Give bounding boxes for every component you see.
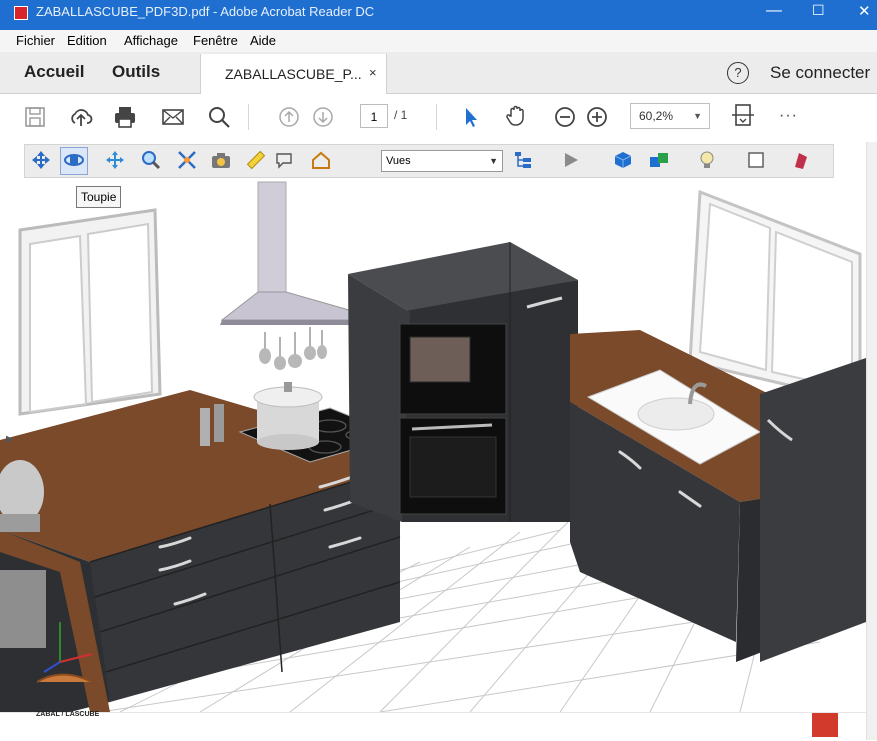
brand-logo	[812, 713, 838, 737]
page-footer: ZABAL / LASCUBE	[0, 711, 866, 741]
mail-icon[interactable]	[160, 104, 186, 130]
menu-aide[interactable]: Aide	[250, 33, 276, 48]
render-mode-icon[interactable]	[612, 149, 634, 171]
left-panel-toggle-icon[interactable]: ▶	[6, 434, 14, 445]
measure-icon[interactable]	[244, 149, 266, 171]
zoom-3d-icon[interactable]	[140, 149, 162, 171]
tall-oven-cabinet	[348, 242, 578, 522]
menu-bar: Fichier Edition Affichage Fenêtre Aide	[0, 30, 877, 52]
walk-icon[interactable]	[176, 149, 198, 171]
hand-icon[interactable]	[504, 102, 530, 128]
tab-tools[interactable]: Outils	[112, 62, 160, 82]
spin-tooltip: Toupie	[76, 186, 122, 208]
kitchen-3d-model[interactable]	[0, 142, 866, 712]
zoom-value: 60,2%	[639, 109, 674, 123]
pdf-3d-viewer[interactable]	[0, 142, 866, 712]
upload-icon[interactable]	[68, 104, 94, 130]
menu-fichier[interactable]: Fichier	[16, 33, 55, 48]
pan-icon[interactable]	[104, 149, 126, 171]
search-icon[interactable]	[206, 104, 232, 130]
minimize-button[interactable]: —	[766, 2, 782, 20]
views-value: Vues	[386, 155, 411, 167]
toolbar-separator	[436, 104, 437, 130]
grinder	[214, 404, 224, 442]
window-title: ZABALLASCUBE_PDF3D.pdf - Adobe Acrobat R…	[36, 4, 375, 19]
acrobat-icon	[14, 6, 28, 20]
toaster	[0, 570, 46, 648]
tab-bar: Accueil Outils ZABALLASCUBE_P... × ? Se …	[0, 52, 877, 94]
tab-document[interactable]: ZABALLASCUBE_P... ×	[200, 54, 387, 94]
document-tab-label: ZABALLASCUBE_P...	[225, 66, 362, 82]
lighting-icon[interactable]	[648, 149, 670, 171]
toolbar-separator	[248, 104, 249, 130]
signin-link[interactable]: Se connecter	[770, 63, 870, 83]
zoom-select[interactable]: 60,2% ▼	[630, 103, 710, 129]
zoom-in-icon[interactable]	[584, 104, 610, 130]
close-window-button[interactable]: ✕	[858, 2, 871, 20]
select-arrow-icon[interactable]	[458, 104, 484, 130]
zoom-out-icon[interactable]	[552, 104, 578, 130]
comment-icon[interactable]	[274, 149, 296, 171]
title-bar: ZABALLASCUBE_PDF3D.pdf - Adobe Acrobat R…	[0, 0, 877, 30]
print-icon[interactable]	[112, 104, 138, 130]
brand-text: ZABAL / LASCUBE	[36, 711, 100, 718]
cooking-pot	[253, 382, 323, 450]
maximize-button[interactable]: ☐	[812, 2, 825, 19]
grinder	[200, 408, 210, 446]
model-tree-icon[interactable]	[512, 149, 534, 171]
cross-section-icon[interactable]	[746, 149, 768, 171]
page-down-icon[interactable]	[310, 104, 336, 130]
views-dropdown[interactable]: Vues ▼	[381, 150, 503, 172]
right-tall-cabinet	[760, 358, 866, 662]
spin-icon[interactable]	[63, 149, 85, 171]
home-view-icon[interactable]	[310, 149, 332, 171]
page-total: / 1	[394, 108, 408, 122]
rotate-icon[interactable]	[30, 149, 52, 171]
tab-home[interactable]: Accueil	[24, 62, 84, 82]
3d-settings-icon[interactable]	[790, 149, 812, 171]
page-number-input[interactable]: 1	[360, 104, 388, 128]
play-icon[interactable]	[560, 149, 582, 171]
save-icon[interactable]	[22, 104, 48, 130]
vertical-scrollbar[interactable]	[866, 142, 877, 740]
stand-mixer	[0, 460, 44, 532]
fit-page-icon[interactable]	[730, 102, 756, 128]
menu-fenetre[interactable]: Fenêtre	[193, 33, 238, 48]
chevron-down-icon: ▼	[693, 111, 702, 121]
background-icon[interactable]	[696, 149, 718, 171]
help-icon[interactable]: ?	[727, 62, 749, 84]
chevron-down-icon: ▼	[489, 156, 498, 166]
close-tab-icon[interactable]: ×	[369, 65, 377, 80]
menu-affichage[interactable]: Affichage	[124, 33, 178, 48]
menu-edition[interactable]: Edition	[67, 33, 107, 48]
camera-icon[interactable]	[210, 149, 232, 171]
left-window	[18, 208, 162, 416]
more-icon[interactable]: ···	[779, 107, 798, 125]
page-up-icon[interactable]	[276, 104, 302, 130]
